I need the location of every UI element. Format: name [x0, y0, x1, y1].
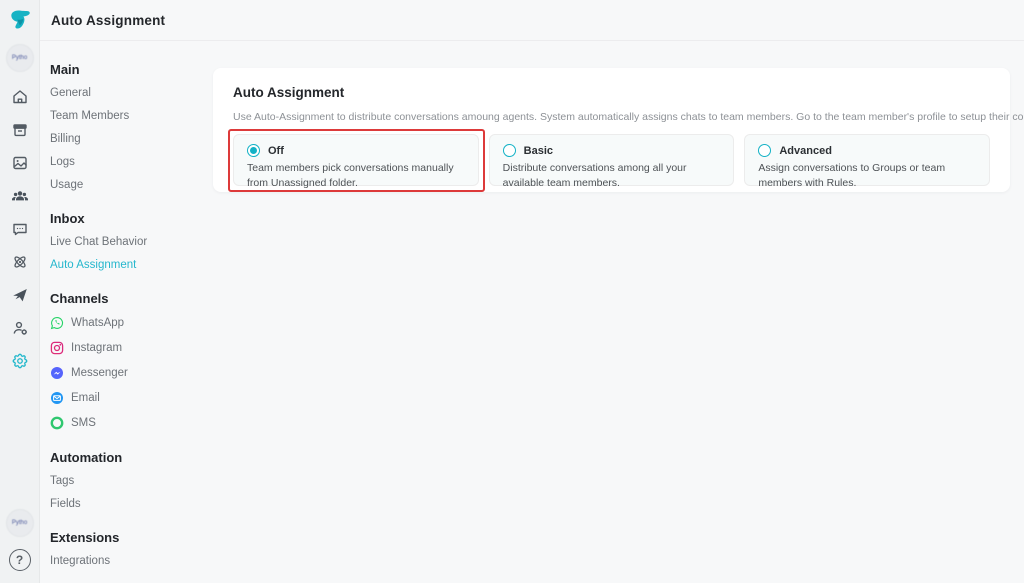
sidebar-item-email[interactable]: Email	[50, 385, 212, 410]
sidebar-item-usage[interactable]: Usage	[50, 173, 212, 196]
whatsapp-icon	[50, 316, 64, 330]
avatar-text: Pytho	[12, 55, 27, 61]
home-icon[interactable]	[8, 85, 32, 109]
option-basic-wrap: Basic Distribute conversations among all…	[489, 134, 735, 186]
sidebar-item-label: Integrations	[50, 555, 110, 567]
automation-icon[interactable]	[8, 250, 32, 274]
radio-basic[interactable]	[503, 144, 516, 157]
option-description: Assign conversations to Groups or team m…	[758, 161, 976, 191]
sidebar-item-whatsapp[interactable]: WhatsApp	[50, 310, 212, 335]
auto-assignment-panel: Auto Assignment Use Auto-Assignment to d…	[213, 68, 1010, 192]
sidebar-item-integrations[interactable]: Integrations	[50, 549, 212, 572]
sidebar-item-general[interactable]: General	[50, 81, 212, 104]
image-icon[interactable]	[8, 151, 32, 175]
sidebar-item-logs[interactable]: Logs	[50, 150, 212, 173]
radio-advanced[interactable]	[758, 144, 771, 157]
chat-icon[interactable]	[8, 217, 32, 241]
panel-title: Auto Assignment	[233, 85, 990, 100]
option-off-wrap: Off Team members pick conversations manu…	[233, 134, 479, 186]
help-icon[interactable]: ?	[9, 549, 31, 571]
option-advanced-wrap: Advanced Assign conversations to Groups …	[744, 134, 990, 186]
sidebar-item-team-members[interactable]: Team Members	[50, 104, 212, 127]
send-icon[interactable]	[8, 283, 32, 307]
sidebar-item-tags[interactable]: Tags	[50, 469, 212, 492]
sidebar-item-label: Fields	[50, 498, 81, 510]
help-label: ?	[16, 553, 23, 567]
sidebar-item-label: General	[50, 87, 91, 99]
user-settings-icon[interactable]	[8, 316, 32, 340]
option-card-advanced[interactable]: Advanced Assign conversations to Groups …	[744, 134, 990, 186]
settings-sidebar: Main General Team Members Billing Logs U…	[40, 41, 212, 583]
sidebar-item-label: Email	[71, 392, 100, 404]
option-description: Team members pick conversations manually…	[247, 161, 465, 191]
assignment-options: Off Team members pick conversations manu…	[233, 134, 990, 186]
workspace-avatar[interactable]: Pytho	[6, 44, 34, 72]
option-label: Off	[268, 145, 284, 157]
sidebar-item-live-chat-behavior[interactable]: Live Chat Behavior	[50, 230, 212, 253]
sidebar-item-fields[interactable]: Fields	[50, 492, 212, 515]
sidebar-item-messenger[interactable]: Messenger	[50, 360, 212, 385]
sidebar-item-label: Logs	[50, 156, 75, 168]
sidebar-item-billing[interactable]: Billing	[50, 127, 212, 150]
sidebar-item-label: Live Chat Behavior	[50, 236, 147, 248]
sms-icon	[50, 416, 64, 430]
team-icon[interactable]	[8, 184, 32, 208]
top-header: Auto Assignment	[40, 0, 1024, 41]
option-label: Basic	[524, 145, 553, 157]
instagram-icon	[50, 341, 64, 355]
sidebar-item-label: Billing	[50, 133, 81, 145]
sidebar-item-label: Messenger	[71, 367, 128, 379]
sidebar-item-instagram[interactable]: Instagram	[50, 335, 212, 360]
sidebar-item-label: Usage	[50, 179, 83, 191]
sidebar-item-label: Auto Assignment	[50, 259, 136, 271]
section-header-channels: Channels	[50, 291, 212, 306]
section-header-automation: Automation	[50, 450, 212, 465]
settings-icon[interactable]	[8, 349, 32, 373]
sidebar-item-sms[interactable]: SMS	[50, 410, 212, 435]
section-header-inbox: Inbox	[50, 211, 212, 226]
section-header-main: Main	[50, 62, 212, 77]
sidebar-item-label: SMS	[71, 417, 96, 429]
icon-rail: Pytho	[0, 0, 40, 583]
page-title: Auto Assignment	[51, 13, 165, 28]
option-label: Advanced	[779, 145, 832, 157]
messenger-icon	[50, 366, 64, 380]
panel-description: Use Auto-Assignment to distribute conver…	[233, 111, 990, 123]
sidebar-item-label: Tags	[50, 475, 74, 487]
option-description: Distribute conversations among all your …	[503, 161, 721, 191]
section-header-extensions: Extensions	[50, 530, 212, 545]
option-card-off[interactable]: Off Team members pick conversations manu…	[233, 134, 479, 186]
sidebar-item-label: WhatsApp	[71, 317, 124, 329]
inbox-tray-icon[interactable]	[8, 118, 32, 142]
email-icon	[50, 391, 64, 405]
radio-off[interactable]	[247, 144, 260, 157]
brand-logo-icon[interactable]	[7, 7, 33, 33]
avatar-text: Pytho	[12, 520, 27, 526]
sidebar-item-label: Team Members	[50, 110, 129, 122]
option-card-basic[interactable]: Basic Distribute conversations among all…	[489, 134, 735, 186]
sidebar-item-label: Instagram	[71, 342, 122, 354]
sidebar-item-auto-assignment[interactable]: Auto Assignment	[50, 253, 212, 276]
user-avatar[interactable]: Pytho	[6, 509, 34, 537]
